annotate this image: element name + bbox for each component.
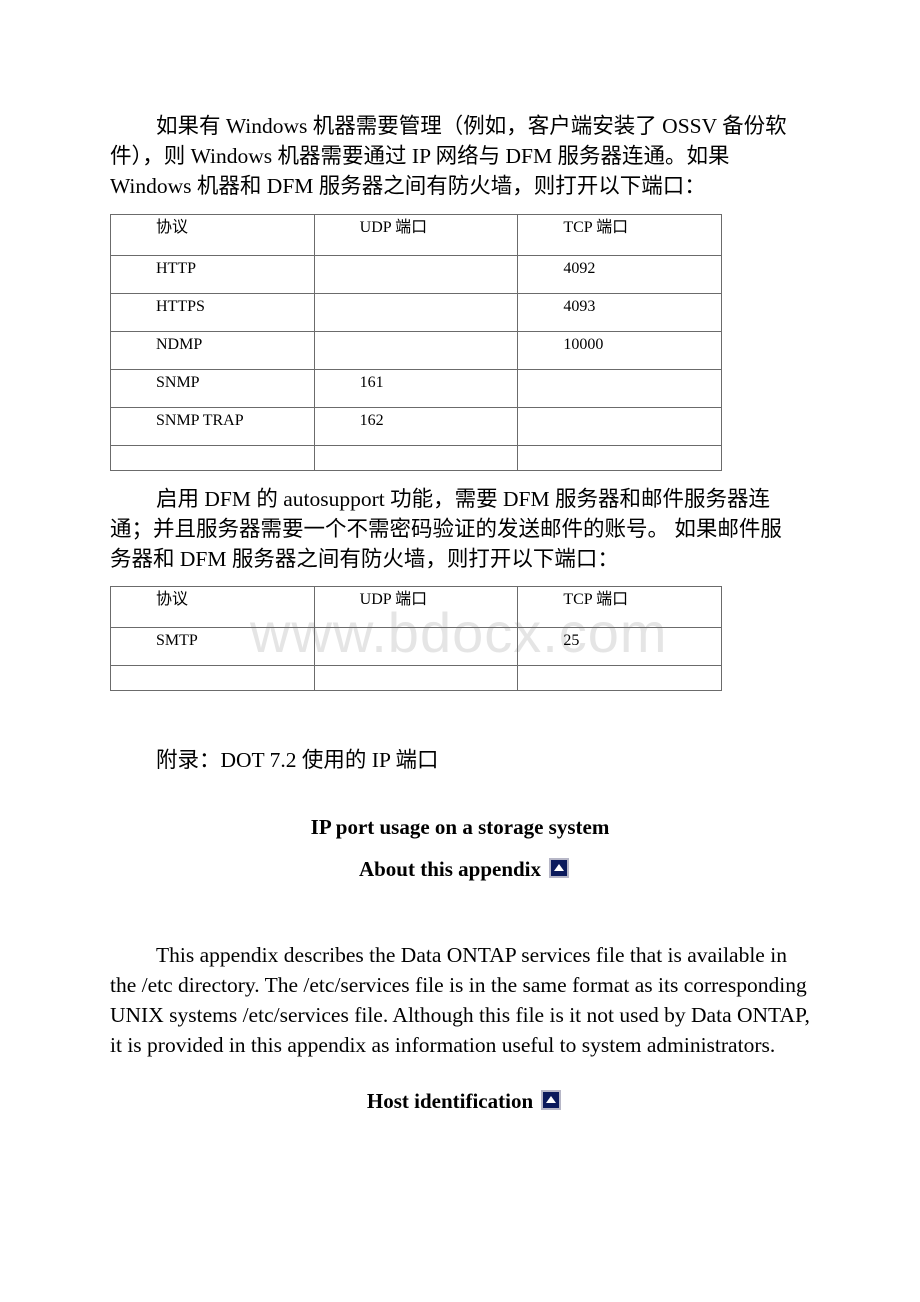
about-paragraph: This appendix describes the Data ONTAP s… <box>110 943 810 1057</box>
table-row: HTTPS 4093 <box>110 293 722 332</box>
cell-protocol <box>110 665 315 691</box>
table-row: NDMP 10000 <box>110 331 722 370</box>
cell-protocol: SMTP <box>110 627 315 666</box>
cell-tcp <box>517 445 722 471</box>
cell-udp <box>313 293 519 332</box>
cell-udp: 162 <box>313 407 519 446</box>
cell-udp: 161 <box>313 369 519 408</box>
header-protocol: 协议 <box>110 586 315 628</box>
intro-paragraph: 如果有 Windows 机器需要管理（例如，客户端安装了 OSSV 备份软件），… <box>110 114 787 198</box>
heading-host-identification: Host identification <box>4 1087 920 1115</box>
cell-protocol <box>110 445 315 471</box>
heading-ip-port-usage-text: IP port usage on a storage system <box>310 815 610 839</box>
table-row: HTTP 4092 <box>110 255 722 294</box>
cell-tcp: 10000 <box>517 331 722 370</box>
table-row: SNMP 161 <box>110 369 722 408</box>
cell-tcp: 4092 <box>517 255 722 294</box>
cell-udp <box>313 665 519 691</box>
cell-tcp: 25 <box>517 627 722 666</box>
cell-protocol: SNMP <box>110 369 315 408</box>
cell-udp <box>313 331 519 370</box>
header-protocol: 协议 <box>110 214 315 256</box>
cell-protocol: HTTPS <box>110 293 315 332</box>
header-udp: UDP 端口 <box>313 586 519 628</box>
table-row: SMTP 25 <box>110 627 722 666</box>
windows-ports-table: 协议 UDP 端口 TCP 端口 HTTP 4092 HTTPS 4093 ND… <box>110 214 722 471</box>
table-row: SNMP TRAP 162 <box>110 407 722 446</box>
cell-udp <box>313 627 519 666</box>
header-tcp: TCP 端口 <box>517 586 722 628</box>
table-header-row: 协议 UDP 端口 TCP 端口 <box>110 214 722 256</box>
heading-about-text: About this appendix <box>358 857 542 881</box>
cell-tcp <box>517 665 722 691</box>
cell-tcp <box>517 407 722 446</box>
cell-protocol: HTTP <box>110 255 315 294</box>
heading-host-text: Host identification <box>366 1089 534 1113</box>
cell-udp <box>313 445 519 471</box>
up-arrow-icon[interactable] <box>549 858 570 878</box>
smtp-ports-table: 协议 UDP 端口 TCP 端口 SMTP 25 <box>110 586 722 691</box>
header-tcp: TCP 端口 <box>517 214 722 256</box>
cell-tcp: 4093 <box>517 293 722 332</box>
autosupport-paragraph: 启用 DFM 的 autosupport 功能，需要 DFM 服务器和邮件服务器… <box>110 487 782 571</box>
header-udp: UDP 端口 <box>313 214 519 256</box>
cell-protocol: NDMP <box>110 331 315 370</box>
cell-protocol: SNMP TRAP <box>110 407 315 446</box>
table-row-empty <box>110 665 722 691</box>
heading-about-appendix: About this appendix <box>4 855 920 883</box>
table-header-row: 协议 UDP 端口 TCP 端口 <box>110 586 722 628</box>
table-row-empty <box>110 445 722 471</box>
appendix-label: 附录：DOT 7.2 使用的 IP 端口 <box>156 748 439 772</box>
cell-udp <box>313 255 519 294</box>
up-arrow-icon[interactable] <box>541 1090 562 1110</box>
cell-tcp <box>517 369 722 408</box>
heading-ip-port-usage: IP port usage on a storage system <box>0 813 920 841</box>
